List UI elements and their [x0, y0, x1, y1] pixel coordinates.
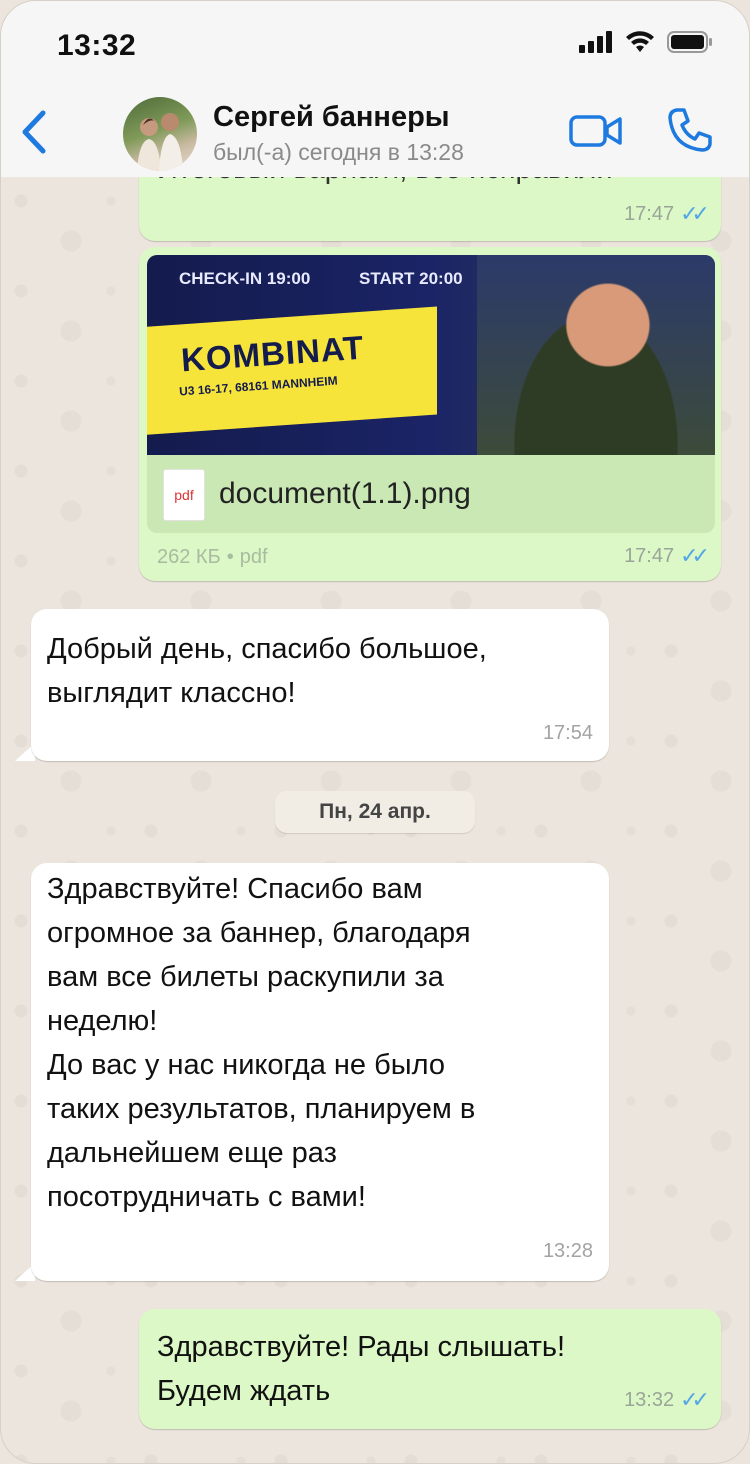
message-line: Здравствуйте! Рады слышать! — [157, 1331, 566, 1363]
banner-start: START 20:00 — [359, 269, 463, 288]
message-text: Здравствуйте! Рады слышать! Будем ждать — [157, 1325, 565, 1413]
message-bubble-document[interactable]: CHECK-IN 19:00 START 20:00 KOMBINAT U3 1… — [139, 247, 721, 581]
contact-name[interactable]: Сергей баннеры — [213, 101, 450, 134]
contact-last-seen: был(-а) сегодня в 13:28 — [213, 139, 464, 165]
message-text: Добрый день, спасибо большое, выглядит к… — [47, 627, 487, 715]
message-line: До вас у нас никогда не было — [47, 1049, 445, 1081]
message-meta: 17:47 ✓✓ — [624, 543, 710, 569]
banner-checkin: CHECK-IN 19:00 — [179, 269, 311, 288]
message-text: Итоговый вариант, все исправили — [157, 177, 613, 191]
message-line: Будем ждать — [157, 1375, 331, 1407]
phone-screen: 13:32 Сергей баннеры был(-а) сегодня в 1… — [0, 0, 750, 1464]
message-text: Здравствуйте! Спасибо вам огромное за ба… — [47, 867, 475, 1219]
message-bubble-incoming[interactable]: Здравствуйте! Спасибо вам огромное за ба… — [31, 863, 609, 1281]
message-time: 13:28 — [542, 1240, 593, 1262]
avatar-photo — [137, 113, 183, 171]
message-line: выглядит классно! — [47, 677, 296, 709]
video-call-icon[interactable] — [569, 111, 623, 151]
wifi-icon — [626, 31, 654, 52]
message-line: Добрый день, спасибо большое, — [47, 633, 487, 665]
dot-separator: • — [226, 546, 234, 568]
message-line: вам все билеты раскупили за — [47, 961, 444, 993]
file-size: 262 КБ — [157, 546, 221, 568]
message-bubble-outgoing[interactable]: Здравствуйте! Рады слышать! Будем ждать … — [139, 1309, 721, 1429]
status-icons — [579, 31, 713, 53]
pdf-file-icon: pdf — [163, 469, 205, 521]
message-line: посотрудничать с вами! — [47, 1181, 366, 1213]
message-time: 17:47 — [624, 544, 675, 567]
message-meta: 17:47 ✓✓ — [624, 201, 710, 227]
message-bubble-outgoing[interactable]: Итоговый вариант, все исправили 17:47 ✓✓ — [139, 177, 721, 241]
message-time: 17:47 — [624, 202, 675, 225]
message-line: Здравствуйте! Спасибо вам — [47, 873, 423, 905]
battery-icon — [667, 31, 712, 53]
banner-person-photo — [477, 255, 715, 455]
message-line: дальнейшем еще раз — [47, 1137, 337, 1169]
document-file-row[interactable]: pdf document(1.1).png — [147, 455, 715, 533]
file-name: document(1.1).png — [219, 477, 471, 510]
message-meta: 13:32 ✓✓ — [624, 1387, 710, 1413]
message-bubble-incoming[interactable]: Добрый день, спасибо большое, выглядит к… — [31, 609, 609, 761]
double-check-icon: ✓✓ — [680, 201, 710, 226]
signal-icon — [579, 31, 612, 53]
chat-messages[interactable]: Итоговый вариант, все исправили 17:47 ✓✓… — [1, 177, 749, 1463]
phone-icon[interactable] — [665, 105, 715, 155]
date-separator: Пн, 24 апр. — [275, 791, 475, 833]
message-line: неделю! — [47, 1005, 158, 1037]
message-meta: 13:28 — [543, 1240, 593, 1263]
document-preview-image[interactable]: CHECK-IN 19:00 START 20:00 KOMBINAT U3 1… — [147, 255, 715, 455]
double-check-icon: ✓✓ — [680, 543, 710, 568]
message-time: 13:32 — [624, 1388, 675, 1411]
message-line: огромное за баннер, благодаря — [47, 917, 471, 949]
message-time: 17:54 — [542, 722, 593, 744]
pdf-icon-label: pdf — [174, 487, 194, 503]
message-meta: 17:54 — [543, 722, 593, 745]
file-info: 262 КБ • pdf — [157, 546, 268, 569]
back-chevron-icon[interactable] — [15, 107, 55, 157]
status-time: 13:32 — [57, 29, 137, 62]
chat-header: 13:32 Сергей баннеры был(-а) сегодня в 1… — [1, 1, 749, 177]
double-check-icon: ✓✓ — [680, 1387, 710, 1412]
message-line: таких результатов, планируем в — [47, 1093, 476, 1125]
file-type: pdf — [239, 546, 268, 568]
contact-avatar[interactable] — [123, 97, 197, 171]
